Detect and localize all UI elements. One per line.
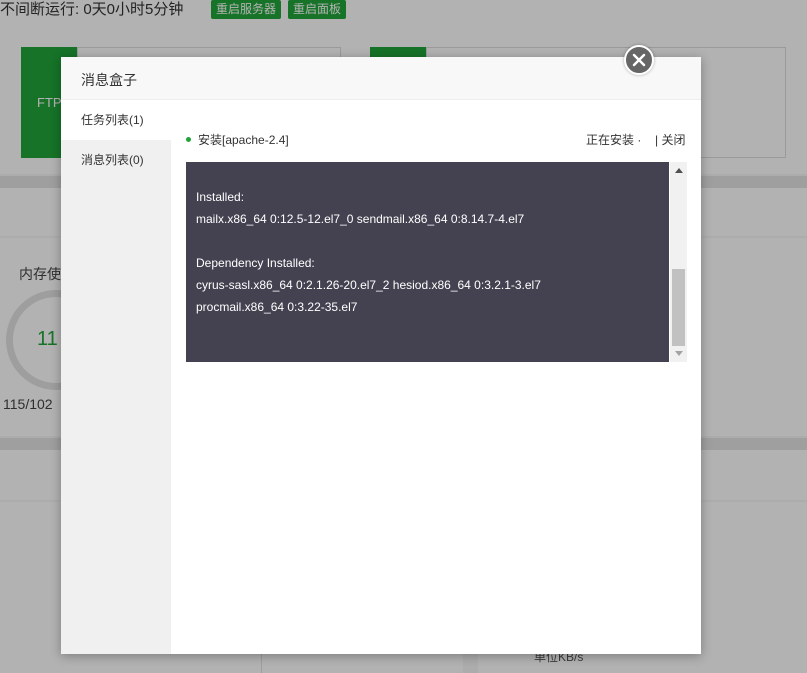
sidebar-item-message-list[interactable]: 消息列表(0) <box>61 140 171 180</box>
console-line: mailx.x86_64 0:12.5-12.el7_0 sendmail.x8… <box>196 212 525 226</box>
task-close-link[interactable]: | 关闭 <box>655 131 685 148</box>
task-status: 正在安装 · <box>586 133 642 147</box>
console-line: cyrus-sasl.x86_64 0:2.1.26-20.el7_2 hesi… <box>196 278 541 292</box>
scroll-down-icon[interactable] <box>675 351 683 356</box>
close-icon-glyph <box>632 53 646 67</box>
scroll-up-icon[interactable] <box>675 168 683 173</box>
console-line: Installed: <box>196 190 245 204</box>
console-line: procmail.x86_64 0:3.22-35.el7 <box>196 300 358 314</box>
message-box-modal: 消息盒子 任务列表(1) 消息列表(0) 安装[apache-2.4] 正在安装… <box>61 57 701 654</box>
sidebar-item-label: 任务列表(1) <box>81 113 144 127</box>
modal-content: 安装[apache-2.4] 正在安装 · | 关闭 Installed: ma… <box>171 100 701 654</box>
modal-header: 消息盒子 <box>61 57 701 100</box>
sidebar-item-task-list[interactable]: 任务列表(1) <box>61 100 171 140</box>
close-icon[interactable] <box>624 45 654 75</box>
console-output[interactable]: Installed: mailx.x86_64 0:12.5-12.el7_0 … <box>186 162 669 362</box>
scroll-thumb[interactable] <box>672 269 685 346</box>
task-status-dot <box>186 137 191 142</box>
console-scrollbar[interactable] <box>670 162 687 362</box>
modal-title: 消息盒子 <box>81 72 137 88</box>
task-name: 安装[apache-2.4] <box>198 133 289 147</box>
console-line: Dependency Installed: <box>196 256 315 270</box>
sidebar-item-label: 消息列表(0) <box>81 153 144 167</box>
modal-sidebar: 任务列表(1) 消息列表(0) <box>61 100 171 654</box>
install-log-console: Installed: mailx.x86_64 0:12.5-12.el7_0 … <box>186 162 687 362</box>
